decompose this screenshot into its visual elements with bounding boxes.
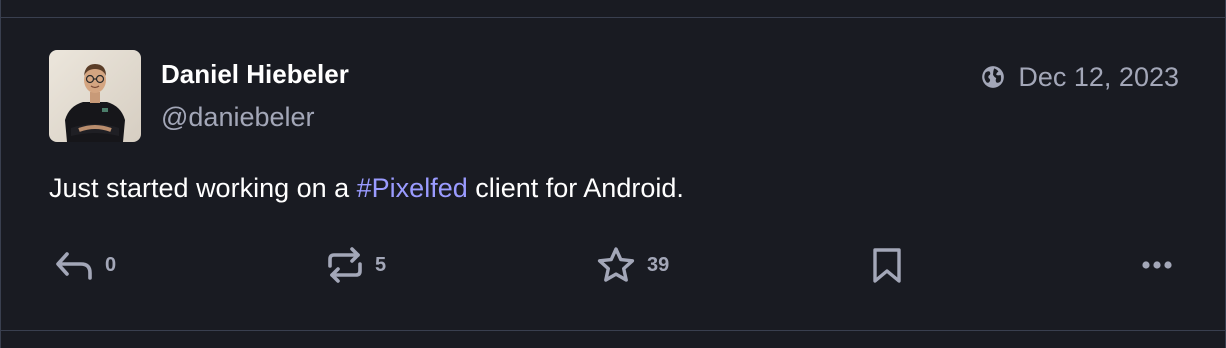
bookmark-button[interactable] [867,245,907,285]
more-icon [1142,261,1172,269]
more-options-button[interactable] [1139,245,1175,285]
post-card: Daniel Hiebeler @daniebeler Dec 12, 2023… [0,0,1226,348]
avatar[interactable] [49,50,141,142]
globe-icon [982,66,1005,88]
content-text-end: client for Android. [467,173,684,203]
boost-button[interactable]: 5 [325,245,386,285]
author-display-name[interactable]: Daniel Hiebeler [161,59,349,89]
favourite-button[interactable]: 39 [595,245,669,285]
reply-icon [56,252,92,280]
post-timestamp-link[interactable]: Dec 12, 2023 [980,61,1179,93]
avatar-image [49,50,141,142]
boost-count: 5 [375,253,387,276]
post-content: Just started working on a #Pixelfed clie… [49,171,684,205]
divider-top [1,17,1226,18]
content-text-start: Just started working on a [49,173,357,203]
hashtag-link[interactable]: #Pixelfed [357,173,468,203]
favourite-count: 39 [647,253,670,276]
post-date: Dec 12, 2023 [1018,62,1179,92]
star-icon [597,247,635,282]
reply-count: 0 [105,253,117,276]
divider-bottom [1,330,1226,331]
bookmark-icon [873,248,901,283]
reply-button[interactable]: 0 [53,245,116,285]
author-handle[interactable]: @daniebeler [161,101,315,133]
boost-icon [328,247,362,283]
